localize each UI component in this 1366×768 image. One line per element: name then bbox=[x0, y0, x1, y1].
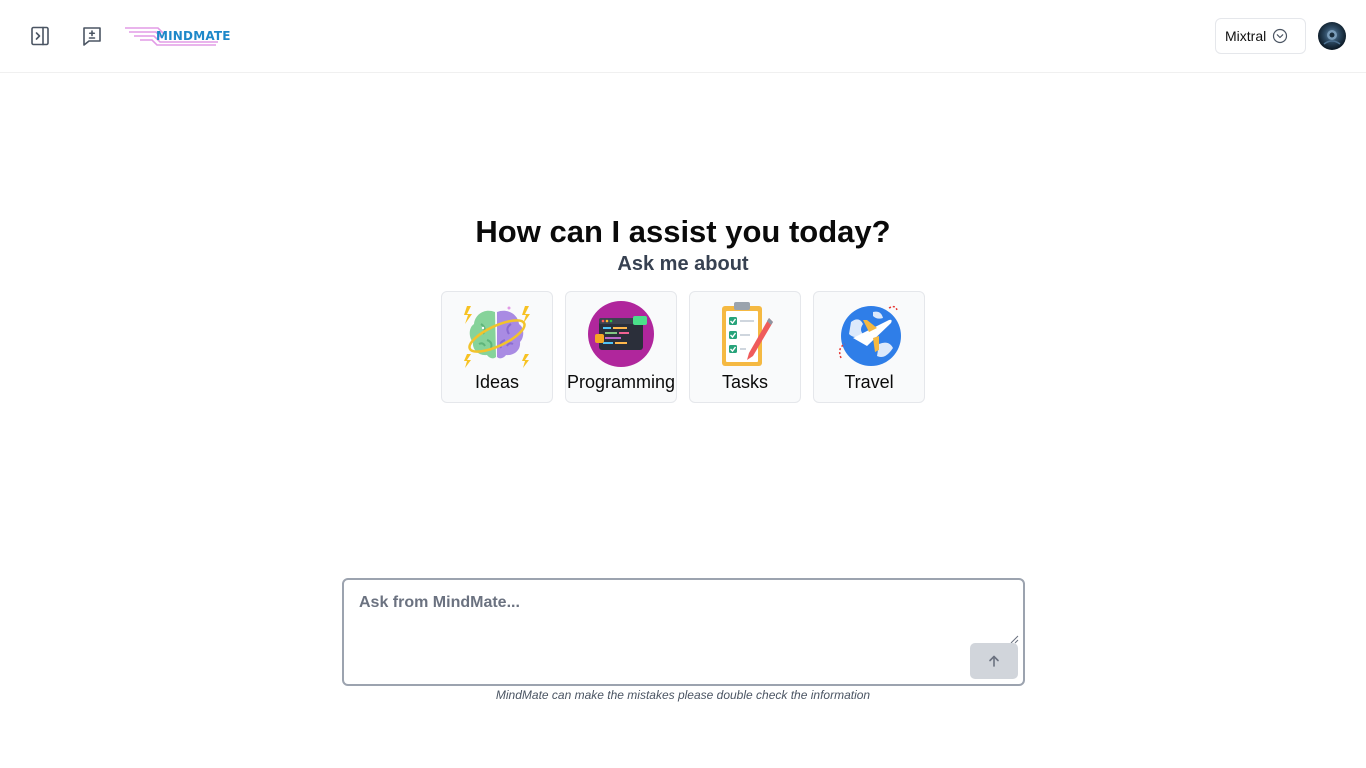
message-composer bbox=[342, 578, 1025, 686]
topic-label: Travel bbox=[844, 372, 894, 392]
disclaimer-text: MindMate can make the mistakes please do… bbox=[495, 688, 871, 702]
checklist-icon bbox=[722, 302, 773, 366]
new-chat-button[interactable] bbox=[78, 22, 106, 50]
topic-label: Tasks bbox=[721, 372, 768, 392]
topic-label: Programming bbox=[566, 372, 676, 392]
page-subtitle: Ask me about bbox=[617, 253, 749, 275]
mindmate-logo[interactable]: MINDMATE bbox=[124, 24, 231, 48]
topic-card-ideas[interactable]: Ideas bbox=[441, 291, 553, 403]
topic-cards: Ideas Programming Tasks Travel bbox=[441, 291, 925, 403]
brain-icon bbox=[464, 306, 530, 368]
new-chat-icon bbox=[83, 27, 101, 46]
topic-card-travel[interactable]: Travel bbox=[813, 291, 925, 403]
arrow-up-icon bbox=[989, 655, 999, 667]
page-title: How can I assist you today? bbox=[475, 214, 891, 249]
model-select[interactable]: Mixtral bbox=[1215, 18, 1306, 54]
chevron-down-circle-icon bbox=[1273, 28, 1288, 44]
topic-card-programming[interactable]: Programming bbox=[565, 291, 677, 403]
logo-text: MINDMATE bbox=[156, 29, 231, 43]
sidebar-toggle-button[interactable] bbox=[26, 22, 54, 50]
top-bar: MINDMATE Mixtral bbox=[0, 0, 1366, 73]
sidebar-expand-icon bbox=[31, 26, 49, 46]
user-avatar[interactable] bbox=[1318, 22, 1346, 50]
topic-label: Ideas bbox=[474, 372, 520, 392]
message-input[interactable] bbox=[344, 580, 1021, 646]
model-select-value: Mixtral bbox=[1225, 28, 1267, 44]
send-button[interactable] bbox=[970, 643, 1018, 679]
topic-card-tasks[interactable]: Tasks bbox=[689, 291, 801, 403]
code-window-icon bbox=[588, 301, 654, 367]
avatar-image bbox=[1323, 30, 1341, 45]
airplane-globe-icon bbox=[838, 305, 901, 366]
